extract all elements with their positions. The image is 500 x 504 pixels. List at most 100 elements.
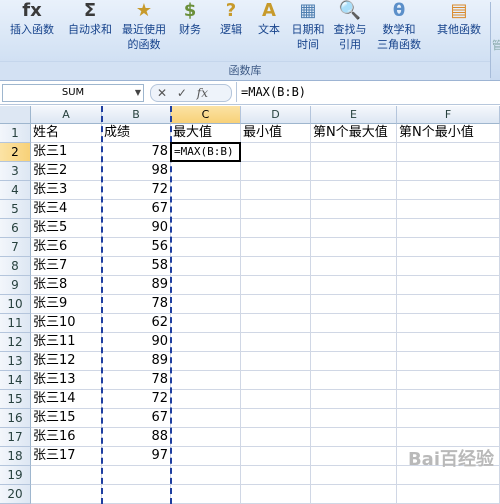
cell-e3[interactable] xyxy=(311,162,397,181)
cell-e14[interactable] xyxy=(311,371,397,390)
cell-a6[interactable]: 张三5 xyxy=(31,219,102,238)
cell-d5[interactable] xyxy=(241,200,311,219)
cell-e9[interactable] xyxy=(311,276,397,295)
cell-c8[interactable] xyxy=(171,257,241,276)
row-header-1[interactable]: 1 xyxy=(0,124,31,143)
cell-b2[interactable]: 78 xyxy=(102,143,171,162)
row-header-19[interactable]: 19 xyxy=(0,466,31,485)
cell-b16[interactable]: 67 xyxy=(102,409,171,428)
financial-button[interactable]: $ 财务 xyxy=(172,0,208,60)
cell-a9[interactable]: 张三8 xyxy=(31,276,102,295)
cell-c18[interactable] xyxy=(171,447,241,466)
cell-f10[interactable] xyxy=(397,295,500,314)
cell-a4[interactable]: 张三3 xyxy=(31,181,102,200)
cell-d17[interactable] xyxy=(241,428,311,447)
cell-b1[interactable]: 成绩 xyxy=(102,124,171,143)
cell-f1[interactable]: 第N个最小值 xyxy=(397,124,500,143)
row-header-11[interactable]: 11 xyxy=(0,314,31,333)
cell-c19[interactable] xyxy=(171,466,241,485)
cell-b3[interactable]: 98 xyxy=(102,162,171,181)
cell-a1[interactable]: 姓名 xyxy=(31,124,102,143)
cell-f9[interactable] xyxy=(397,276,500,295)
cell-c10[interactable] xyxy=(171,295,241,314)
cell-e7[interactable] xyxy=(311,238,397,257)
row-header-2[interactable]: 2 xyxy=(0,143,31,162)
cell-f20[interactable] xyxy=(397,485,500,504)
date-time-button[interactable]: ▦ 日期和 时间 xyxy=(288,0,328,60)
cell-d13[interactable] xyxy=(241,352,311,371)
cell-d7[interactable] xyxy=(241,238,311,257)
cell-b6[interactable]: 90 xyxy=(102,219,171,238)
cell-c17[interactable] xyxy=(171,428,241,447)
cell-f4[interactable] xyxy=(397,181,500,200)
cell-a11[interactable]: 张三10 xyxy=(31,314,102,333)
cell-d15[interactable] xyxy=(241,390,311,409)
cell-c4[interactable] xyxy=(171,181,241,200)
cell-c15[interactable] xyxy=(171,390,241,409)
lookup-reference-button[interactable]: 🔍 查找与 引用 xyxy=(330,0,370,60)
cell-a7[interactable]: 张三6 xyxy=(31,238,102,257)
row-header-4[interactable]: 4 xyxy=(0,181,31,200)
cell-b17[interactable]: 88 xyxy=(102,428,171,447)
logical-button[interactable]: ? 逻辑 xyxy=(212,0,250,60)
cell-a14[interactable]: 张三13 xyxy=(31,371,102,390)
cell-e2[interactable] xyxy=(311,143,397,162)
row-header-3[interactable]: 3 xyxy=(0,162,31,181)
cell-e15[interactable] xyxy=(311,390,397,409)
column-header-d[interactable]: D xyxy=(241,106,311,124)
cell-d16[interactable] xyxy=(241,409,311,428)
cell-c12[interactable] xyxy=(171,333,241,352)
cell-c2[interactable]: =MAX(B:B) xyxy=(170,142,241,162)
more-functions-button[interactable]: ▤ 其他函数 xyxy=(428,0,490,60)
cell-d18[interactable] xyxy=(241,447,311,466)
cell-b18[interactable]: 97 xyxy=(102,447,171,466)
column-header-a[interactable]: A xyxy=(31,106,102,124)
cell-e13[interactable] xyxy=(311,352,397,371)
formula-input[interactable]: =MAX(B:B) xyxy=(236,82,499,102)
select-all-corner[interactable] xyxy=(0,106,31,124)
cell-a18[interactable]: 张三17 xyxy=(31,447,102,466)
cell-e4[interactable] xyxy=(311,181,397,200)
cell-a19[interactable] xyxy=(31,466,102,485)
cell-a13[interactable]: 张三12 xyxy=(31,352,102,371)
cell-a16[interactable]: 张三15 xyxy=(31,409,102,428)
cell-f11[interactable] xyxy=(397,314,500,333)
cell-c1[interactable]: 最大值 xyxy=(171,124,241,143)
cell-c9[interactable] xyxy=(171,276,241,295)
cell-f7[interactable] xyxy=(397,238,500,257)
cell-a5[interactable]: 张三4 xyxy=(31,200,102,219)
cell-c6[interactable] xyxy=(171,219,241,238)
math-trig-button[interactable]: θ 数学和 三角函数 xyxy=(370,0,428,60)
cell-d1[interactable]: 最小值 xyxy=(241,124,311,143)
cell-d9[interactable] xyxy=(241,276,311,295)
cell-b15[interactable]: 72 xyxy=(102,390,171,409)
cell-a20[interactable] xyxy=(31,485,102,504)
cancel-icon[interactable]: ✕ xyxy=(157,85,167,101)
row-header-12[interactable]: 12 xyxy=(0,333,31,352)
cell-d2[interactable] xyxy=(241,143,311,162)
row-header-16[interactable]: 16 xyxy=(0,409,31,428)
cell-c20[interactable] xyxy=(171,485,241,504)
cell-e18[interactable] xyxy=(311,447,397,466)
cell-f5[interactable] xyxy=(397,200,500,219)
name-box[interactable]: SUM ▼ xyxy=(2,84,144,102)
cell-f3[interactable] xyxy=(397,162,500,181)
cell-f2[interactable] xyxy=(397,143,500,162)
cell-d8[interactable] xyxy=(241,257,311,276)
cell-a15[interactable]: 张三14 xyxy=(31,390,102,409)
insert-function-icon[interactable]: fx xyxy=(197,85,208,101)
cell-d3[interactable] xyxy=(241,162,311,181)
cell-b11[interactable]: 62 xyxy=(102,314,171,333)
row-header-18[interactable]: 18 xyxy=(0,447,31,466)
cell-d4[interactable] xyxy=(241,181,311,200)
cell-b19[interactable] xyxy=(102,466,171,485)
row-header-13[interactable]: 13 xyxy=(0,352,31,371)
cell-c16[interactable] xyxy=(171,409,241,428)
row-header-15[interactable]: 15 xyxy=(0,390,31,409)
cell-e1[interactable]: 第N个最大值 xyxy=(311,124,397,143)
cell-c5[interactable] xyxy=(171,200,241,219)
autosum-button[interactable]: Σ 自动求和 xyxy=(64,0,116,60)
cell-a8[interactable]: 张三7 xyxy=(31,257,102,276)
cell-b5[interactable]: 67 xyxy=(102,200,171,219)
cell-a2[interactable]: 张三1 xyxy=(31,143,102,162)
